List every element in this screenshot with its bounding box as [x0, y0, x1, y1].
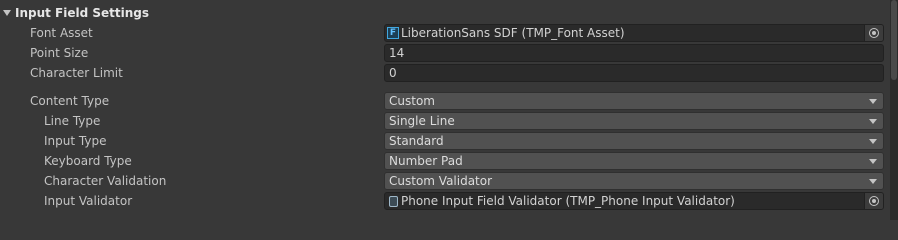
input-validator-value: Phone Input Field Validator (TMP_Phone I… — [401, 194, 735, 208]
line-type-value: Single Line — [389, 114, 455, 128]
font-asset-field[interactable]: F LiberationSans SDF (TMP_Font Asset) — [384, 24, 884, 42]
input-type-label: Input Type — [44, 134, 107, 148]
character-limit-label: Character Limit — [30, 66, 123, 80]
point-size-field[interactable]: 14 — [384, 44, 884, 62]
keyboard-type-value: Number Pad — [389, 154, 463, 168]
chevron-down-icon — [869, 118, 877, 124]
input-type-row: Input Type Standard — [0, 131, 890, 151]
line-type-row: Line Type Single Line — [0, 111, 890, 131]
inspector-panel: Input Field Settings Font Asset F Libera… — [0, 0, 898, 220]
keyboard-type-row: Keyboard Type Number Pad — [0, 151, 890, 171]
chevron-down-icon — [869, 98, 877, 104]
object-picker-icon[interactable] — [864, 25, 883, 41]
chevron-down-icon — [869, 178, 877, 184]
scrollbar-thumb[interactable] — [891, 0, 897, 80]
keyboard-type-dropdown[interactable]: Number Pad — [384, 152, 884, 170]
content-type-dropdown[interactable]: Custom — [384, 92, 884, 110]
font-asset-icon: F — [387, 27, 399, 39]
chevron-down-icon — [869, 138, 877, 144]
character-validation-label: Character Validation — [44, 174, 167, 188]
object-picker-icon[interactable] — [864, 193, 883, 209]
input-validator-label: Input Validator — [44, 194, 133, 208]
line-type-dropdown[interactable]: Single Line — [384, 112, 884, 130]
section-foldout-header[interactable]: Input Field Settings — [0, 3, 890, 23]
keyboard-type-label: Keyboard Type — [44, 154, 132, 168]
character-validation-dropdown[interactable]: Custom Validator — [384, 172, 884, 190]
point-size-label: Point Size — [30, 46, 89, 60]
font-asset-row: Font Asset F LiberationSans SDF (TMP_Fon… — [0, 23, 890, 43]
line-type-label: Line Type — [44, 114, 101, 128]
character-limit-value: 0 — [389, 66, 397, 80]
character-validation-value: Custom Validator — [389, 174, 493, 188]
input-type-dropdown[interactable]: Standard — [384, 132, 884, 150]
content-type-row: Content Type Custom — [0, 91, 890, 111]
foldout-arrow-icon[interactable] — [3, 10, 11, 16]
point-size-value: 14 — [389, 46, 405, 60]
input-type-value: Standard — [389, 134, 444, 148]
character-limit-field[interactable]: 0 — [384, 64, 884, 82]
font-asset-label: Font Asset — [30, 26, 93, 40]
script-icon — [387, 195, 399, 207]
chevron-down-icon — [869, 158, 877, 164]
scrollbar[interactable] — [890, 0, 898, 220]
point-size-row: Point Size 14 — [0, 43, 890, 63]
font-asset-value: LiberationSans SDF (TMP_Font Asset) — [401, 26, 625, 40]
character-validation-row: Character Validation Custom Validator — [0, 171, 890, 191]
section-title: Input Field Settings — [15, 6, 150, 20]
input-validator-row: Input Validator Phone Input Field Valida… — [0, 191, 890, 211]
input-validator-field[interactable]: Phone Input Field Validator (TMP_Phone I… — [384, 192, 884, 210]
content-type-value: Custom — [389, 94, 435, 108]
content-type-label: Content Type — [30, 94, 110, 108]
character-limit-row: Character Limit 0 — [0, 63, 890, 83]
